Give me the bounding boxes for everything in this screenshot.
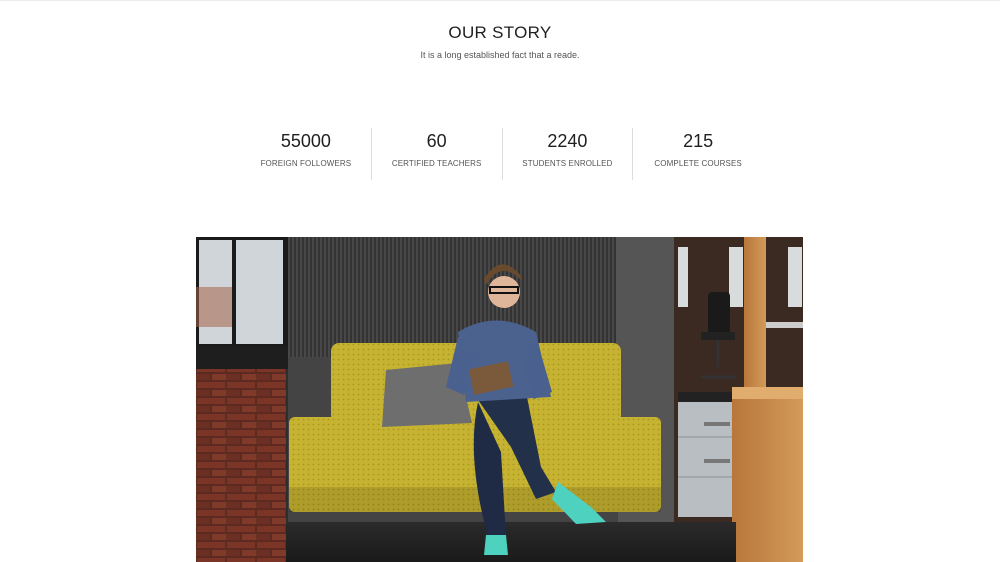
- story-photo: [196, 237, 803, 562]
- stat-complete-courses: 215 COMPLETE COURSES: [633, 128, 763, 180]
- student-on-sofa-image: [196, 237, 803, 562]
- stat-label: COMPLETE COURSES: [654, 159, 742, 168]
- top-divider: [0, 0, 1000, 1]
- stat-label: FOREIGN FOLLOWERS: [260, 159, 352, 168]
- stat-label: STUDENTS ENROLLED: [522, 159, 613, 168]
- section-subtitle: It is a long established fact that a rea…: [420, 50, 580, 60]
- stat-number: 2240: [547, 131, 588, 151]
- stat-students-enrolled: 2240 STUDENTS ENROLLED: [503, 128, 634, 180]
- stats-row: 55000 FOREIGN FOLLOWERS 60 CERTIFIED TEA…: [241, 128, 763, 180]
- stat-number: 215: [683, 131, 714, 151]
- stat-number: 60: [426, 131, 447, 151]
- our-story-section: OUR STORY It is a long established fact …: [0, 0, 1000, 562]
- stat-foreign-followers: 55000 FOREIGN FOLLOWERS: [241, 128, 372, 180]
- stat-label: CERTIFIED TEACHERS: [391, 159, 482, 168]
- stat-number: 55000: [280, 131, 331, 151]
- section-title: OUR STORY: [448, 23, 552, 42]
- stat-certified-teachers: 60 CERTIFIED TEACHERS: [372, 128, 503, 180]
